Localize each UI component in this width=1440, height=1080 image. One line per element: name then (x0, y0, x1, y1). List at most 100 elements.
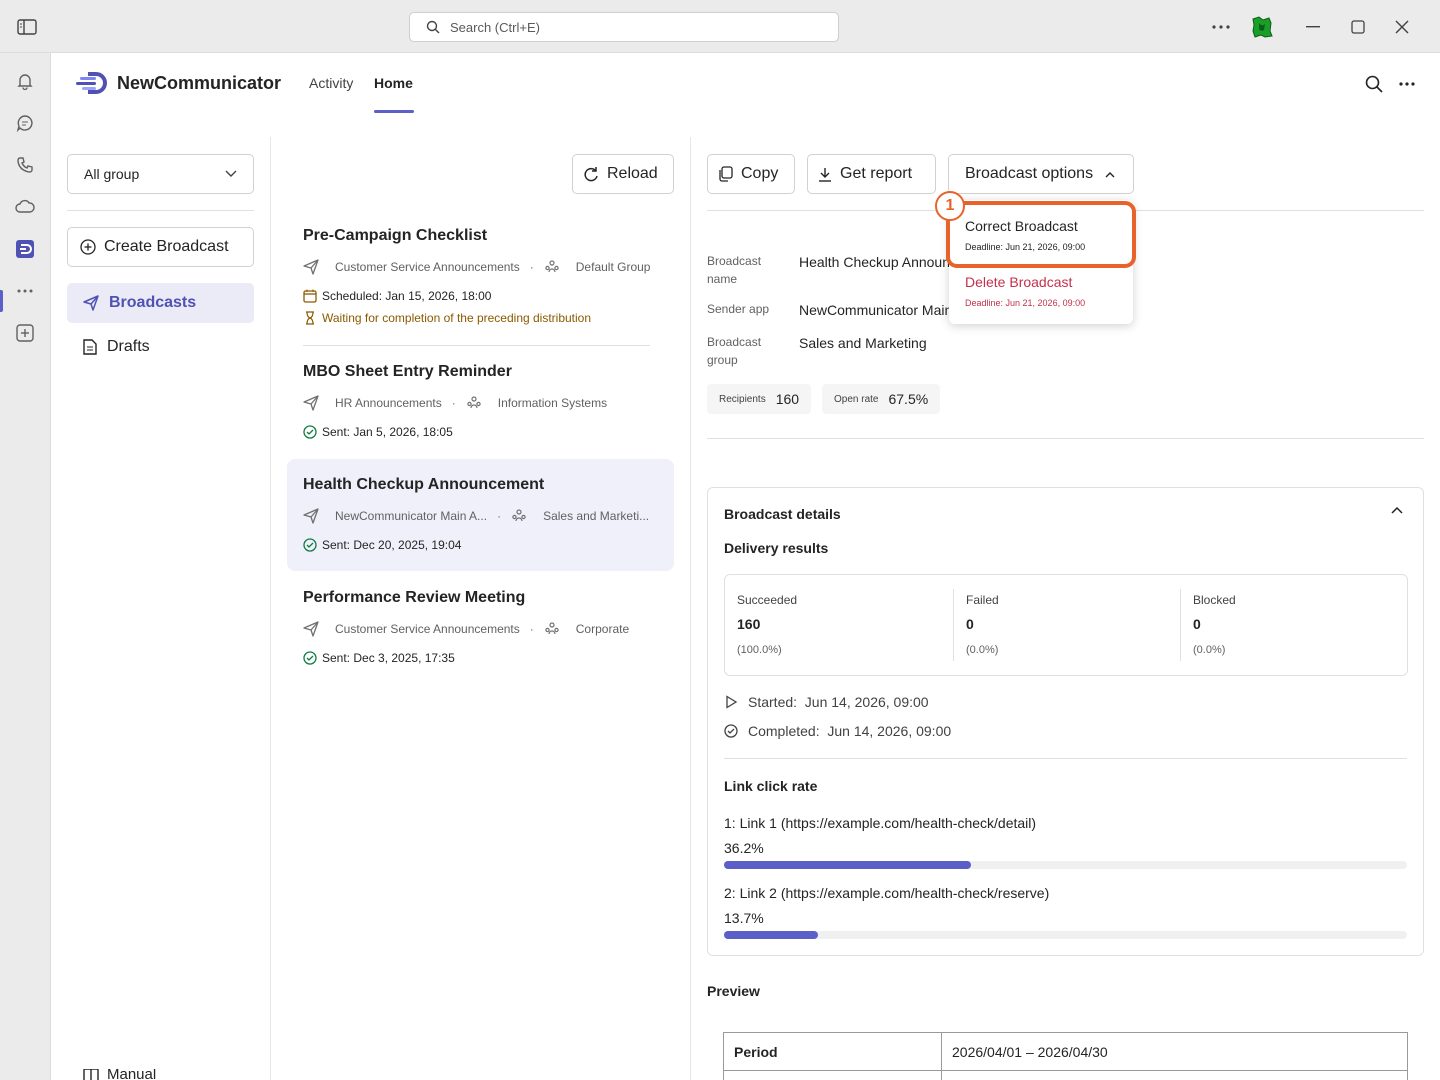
sender-app-value: NewCommunicator Main App (799, 302, 949, 318)
nav-broadcasts[interactable]: Broadcasts (67, 283, 254, 323)
group-icon (466, 395, 482, 411)
newcommunicator-app-icon[interactable] (13, 237, 37, 261)
broadcast-name-label: Broadcast name (707, 254, 762, 286)
cloud-icon[interactable] (13, 195, 37, 219)
recipients-chip: Recipients 160 (707, 384, 812, 414)
list-item-selected[interactable]: Health Checkup Announcement NewCommunica… (287, 459, 674, 571)
nav-drafts-label: Drafts (107, 338, 150, 355)
sender-app-label: Sender app (707, 302, 770, 316)
add-circle-icon (80, 239, 96, 255)
chevron-up-icon (1105, 171, 1115, 178)
phone-icon[interactable] (13, 153, 37, 177)
stat-label: Blocked (1193, 593, 1236, 607)
table-row (723, 1070, 1408, 1080)
list-item[interactable]: Pre-Campaign Checklist Customer Service … (287, 227, 674, 339)
manual-link[interactable]: Manual (83, 1069, 156, 1080)
copy-icon (718, 166, 733, 182)
group-select-value: All group (84, 166, 140, 182)
broadcast-options-label: Broadcast options (965, 165, 1094, 182)
completed-row: Completed: Jun 14, 2026, 09:00 (724, 723, 951, 739)
table-cell: 2026/04/01 – 2026/04/30 (941, 1032, 1408, 1071)
more-options-icon[interactable] (1210, 16, 1232, 38)
minimize-icon[interactable] (1302, 16, 1324, 38)
send-icon (303, 395, 319, 411)
delivery-results-title: Delivery results (724, 540, 829, 556)
broadcast-status: Sent: Jan 5, 2026, 18:05 (322, 425, 453, 439)
table-row: Period 2026/04/01 – 2026/04/30 (723, 1032, 1408, 1071)
delete-broadcast-deadline: Deadline: Jun 21, 2026, 09:00 (965, 298, 1086, 308)
create-broadcast-button[interactable]: Create Broadcast (67, 227, 254, 267)
stat-failed: Failed 0 (0.0%) (954, 575, 1182, 675)
broadcast-options-button[interactable]: Broadcast options (948, 154, 1134, 194)
avatar[interactable] (1251, 16, 1273, 38)
app-header: NewCommunicator Activity Home (51, 53, 1440, 137)
list-item[interactable]: Performance Review Meeting Customer Serv… (287, 589, 674, 679)
calendar-icon (303, 289, 317, 303)
get-report-button[interactable]: Get report (807, 154, 936, 194)
link-click-rate-title: Link click rate (724, 778, 818, 794)
chat-icon[interactable] (13, 111, 37, 135)
send-icon (83, 295, 99, 311)
add-app-icon[interactable] (13, 321, 37, 345)
search-placeholder: Search (Ctrl+E) (450, 19, 540, 35)
tab-activity[interactable]: Activity (309, 75, 353, 91)
document-icon (83, 339, 97, 355)
search-icon[interactable] (1365, 75, 1383, 93)
search-bar[interactable]: Search (Ctrl+E) (409, 12, 839, 42)
link-1-progress (724, 861, 1407, 869)
search-icon (426, 20, 440, 34)
broadcast-list-pane: Reload Pre-Campaign Checklist Customer S… (271, 137, 691, 1080)
copy-button[interactable]: Copy (707, 154, 795, 194)
recipients-value: 160 (775, 391, 800, 407)
link-1-progress-fill (724, 861, 972, 869)
check-circle-icon (303, 651, 317, 665)
link-2-progress-fill (724, 931, 818, 939)
app-rail (0, 53, 51, 1080)
sidebar-toggle-icon[interactable] (16, 16, 38, 38)
stat-succeeded: Succeeded 160 (100.0%) (725, 575, 953, 675)
table-cell: Period (723, 1032, 942, 1071)
group-icon (511, 508, 527, 524)
broadcast-status: Scheduled: Jan 15, 2026, 18:00 (322, 289, 492, 303)
broadcast-group-value: Sales and Marketing (799, 335, 927, 351)
group-icon (544, 621, 560, 637)
active-indicator (0, 290, 3, 312)
delete-broadcast-item[interactable]: Delete Broadcast (965, 274, 1072, 290)
list-item[interactable]: MBO Sheet Entry Reminder HR Announcement… (287, 363, 674, 453)
chevron-down-icon (225, 170, 237, 178)
highlight-box (946, 201, 1136, 268)
check-circle-icon (303, 425, 317, 439)
maximize-icon[interactable] (1347, 16, 1369, 38)
hourglass-icon (303, 311, 317, 325)
divider (303, 345, 650, 346)
group-select[interactable]: All group (67, 154, 254, 194)
chevron-up-icon[interactable] (1391, 506, 1403, 514)
stat-value: 0 (1193, 616, 1201, 632)
reload-label: Reload (607, 165, 658, 182)
completed-text: Completed: Jun 14, 2026, 09:00 (748, 723, 952, 739)
stat-value: 160 (737, 616, 761, 632)
stat-value: 0 (966, 616, 974, 632)
play-icon (724, 695, 738, 709)
stat-label: Succeeded (737, 593, 798, 607)
more-apps-icon[interactable] (13, 279, 37, 303)
book-icon (83, 1069, 99, 1080)
reload-button[interactable]: Reload (572, 154, 674, 194)
bell-icon[interactable] (13, 69, 37, 93)
send-icon (303, 621, 319, 637)
broadcast-group: Information Systems (497, 396, 608, 410)
broadcast-note: Waiting for completion of the preceding … (322, 311, 592, 325)
tab-home[interactable]: Home (374, 75, 413, 91)
recipients-label: Recipients (719, 393, 766, 405)
close-icon[interactable] (1391, 16, 1413, 38)
stat-percent: (0.0%) (1193, 644, 1226, 656)
link-1-label: 1: Link 1 (https://example.com/health-ch… (724, 815, 1037, 831)
nav-drafts[interactable]: Drafts (67, 327, 254, 367)
more-icon[interactable] (1399, 82, 1415, 86)
title-bar: Search (Ctrl+E) (0, 0, 1440, 53)
divider (707, 438, 1424, 439)
broadcast-title: Health Checkup Announcement (303, 476, 545, 493)
check-badge-icon (724, 724, 738, 738)
broadcast-group: Sales and Marketi... (543, 509, 650, 523)
app-logo (76, 72, 108, 94)
